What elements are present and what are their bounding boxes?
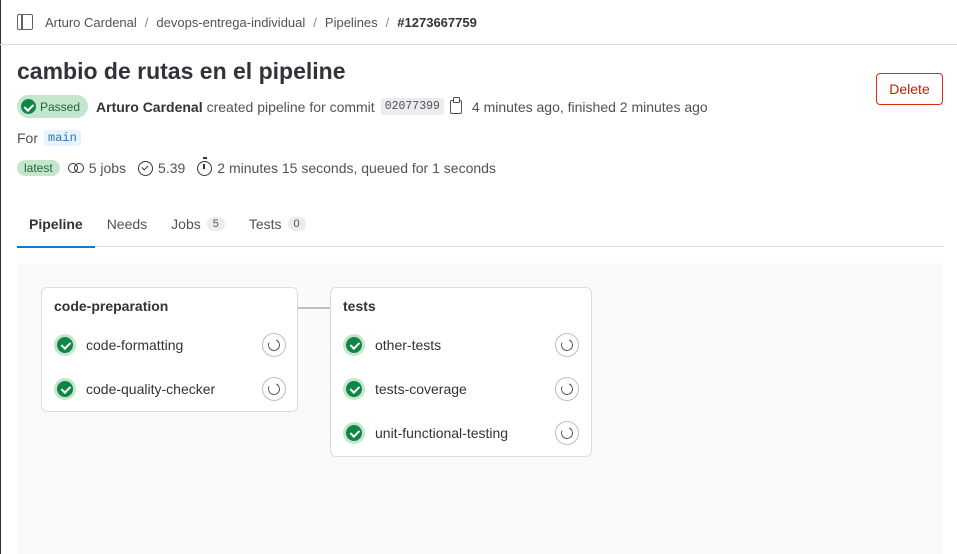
stage-title: tests xyxy=(343,298,376,314)
job-status-passed-icon xyxy=(343,422,365,444)
branch-link[interactable]: main xyxy=(44,130,81,146)
author-link[interactable]: Arturo Cardenal xyxy=(96,99,203,115)
breadcrumb-separator: / xyxy=(385,14,390,30)
job-status-passed-icon xyxy=(54,334,76,356)
job-name: other-tests xyxy=(375,337,442,353)
stage-connector xyxy=(298,307,330,309)
tab-pipeline[interactable]: Pipeline xyxy=(17,200,95,248)
created-text: created pipeline for commit xyxy=(206,98,375,115)
job-code-formatting[interactable]: code-formatting xyxy=(54,331,183,359)
job-code-quality-checker[interactable]: code-quality-checker xyxy=(54,375,215,403)
job-name: tests-coverage xyxy=(375,381,467,397)
copy-icon[interactable] xyxy=(449,96,462,114)
job-name: code-formatting xyxy=(86,337,184,353)
jobs-icon xyxy=(67,163,84,173)
stage-code-preparation: code-preparation code-formatting code-qu… xyxy=(41,287,298,412)
pipeline-tabs: Pipeline Needs Jobs 5 Tests 0 xyxy=(17,200,943,248)
job-status-passed-icon xyxy=(343,378,365,400)
retry-icon[interactable] xyxy=(555,333,579,357)
window-edge xyxy=(0,0,1,554)
timer-icon xyxy=(197,156,213,176)
tab-count-badge: 5 xyxy=(206,216,225,231)
time-text: 4 minutes ago, finished 2 minutes ago xyxy=(471,98,708,115)
commit-sha-link[interactable]: 02077399 xyxy=(380,98,444,115)
check-circle-icon xyxy=(21,99,36,114)
breadcrumb-separator: / xyxy=(313,14,317,30)
breadcrumb-item-pipelines[interactable]: Pipelines xyxy=(325,15,378,30)
delete-button[interactable]: Delete xyxy=(876,73,943,105)
job-name: code-quality-checker xyxy=(86,381,216,397)
jobs-count: 5 jobs xyxy=(88,160,127,176)
tab-label: Needs xyxy=(106,215,148,232)
breadcrumb-separator: / xyxy=(144,14,149,30)
job-tests-coverage[interactable]: tests-coverage xyxy=(343,375,467,403)
stage-title: code-preparation xyxy=(54,298,169,314)
compute-icon xyxy=(138,160,154,176)
breadcrumb-item-project[interactable]: devops-entrega-individual xyxy=(156,15,305,30)
tab-tests[interactable]: Tests 0 xyxy=(237,200,318,247)
job-name: unit-functional-testing xyxy=(375,425,509,441)
tab-label: Tests xyxy=(248,215,282,232)
retry-icon[interactable] xyxy=(262,377,286,401)
branch-line: For main xyxy=(17,130,81,146)
breadcrumb-item-user[interactable]: Arturo Cardenal xyxy=(45,15,137,30)
status-label: Passed xyxy=(40,99,81,114)
tab-label: Pipeline xyxy=(29,215,83,232)
tab-count-badge: 0 xyxy=(287,216,306,231)
tab-needs[interactable]: Needs xyxy=(95,200,159,247)
tab-jobs[interactable]: Jobs 5 xyxy=(159,200,237,247)
sidebar-toggle-icon[interactable] xyxy=(17,14,33,30)
retry-icon[interactable] xyxy=(555,421,579,445)
job-unit-functional-testing[interactable]: unit-functional-testing xyxy=(343,419,508,447)
page-title: cambio de rutas en el pipeline xyxy=(17,58,346,84)
job-status-passed-icon xyxy=(54,378,76,400)
breadcrumb-current-pipeline[interactable]: #1273667759 xyxy=(397,15,477,30)
status-badge[interactable]: Passed xyxy=(17,95,89,118)
job-status-passed-icon xyxy=(343,334,365,356)
latest-badge: latest xyxy=(17,160,60,176)
pipeline-meta: Passed Arturo Cardenal created pipeline … xyxy=(17,95,708,118)
stage-tests: tests other-tests tests-coverage unit-fu… xyxy=(330,287,592,457)
breadcrumb-bar: Arturo Cardenal / devops-entrega-individ… xyxy=(0,0,957,45)
retry-icon[interactable] xyxy=(555,377,579,401)
tab-label: Jobs xyxy=(171,215,201,232)
duration-text: 2 minutes 15 seconds, queued for 1 secon… xyxy=(217,160,496,176)
retry-icon[interactable] xyxy=(262,333,286,357)
compute-value: 5.39 xyxy=(158,160,186,176)
job-other-tests[interactable]: other-tests xyxy=(343,331,441,359)
pipeline-stats: latest 5 jobs 5.39 2 minutes 15 seconds,… xyxy=(17,156,496,178)
for-label: For xyxy=(17,130,38,146)
